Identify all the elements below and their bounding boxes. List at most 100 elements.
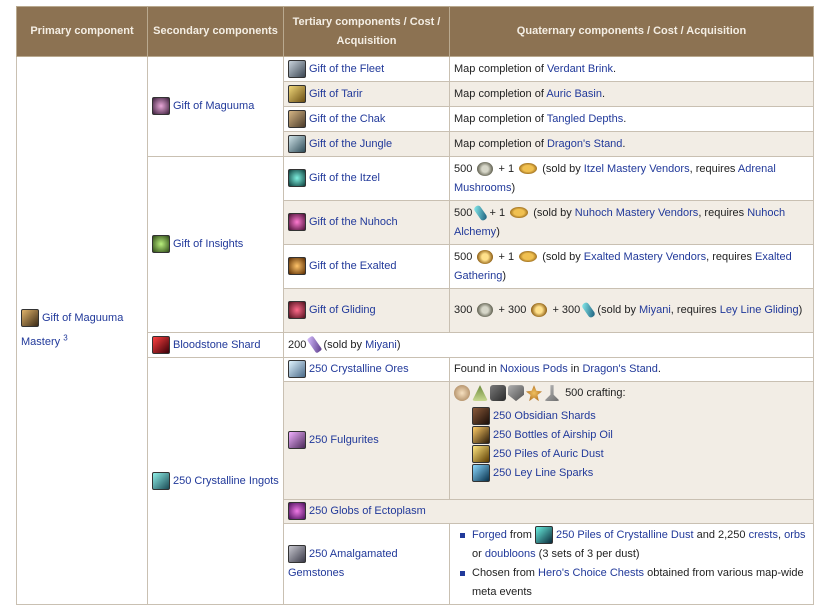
forged-link[interactable]: Forged bbox=[472, 529, 507, 541]
crests-link[interactable]: crests bbox=[749, 529, 778, 541]
recipe-table: Primary component Secondary components T… bbox=[16, 6, 814, 605]
gift-link[interactable]: Gift of the Fleet bbox=[309, 63, 384, 75]
secondary-cell-ingots: 250 Crystalline Ingots bbox=[147, 357, 284, 605]
auric-dust-icon bbox=[472, 445, 490, 464]
vendor-link[interactable]: Miyani bbox=[365, 339, 397, 351]
text: Found in bbox=[454, 363, 500, 375]
huntsman-icon bbox=[472, 385, 488, 402]
crystalline-dust-link[interactable]: 250 Piles of Crystalline Dust bbox=[556, 529, 694, 541]
gift-link[interactable]: Gift of Gliding bbox=[309, 304, 376, 316]
amalgamated-gemstone-icon bbox=[288, 545, 306, 564]
gift-link[interactable]: Gift of the Jungle bbox=[309, 138, 392, 150]
map-link[interactable]: Dragon's Stand bbox=[582, 363, 657, 375]
chef-icon bbox=[454, 385, 470, 402]
text: ) bbox=[396, 338, 401, 351]
armorsmith-icon bbox=[508, 385, 524, 402]
gift-link[interactable]: Gift of the Exalted bbox=[309, 260, 396, 272]
gift-link[interactable]: Gift of Tarir bbox=[309, 88, 363, 100]
map-link[interactable]: Tangled Depths bbox=[547, 113, 623, 125]
text: + 1 bbox=[498, 250, 515, 263]
crystalline-dust-icon bbox=[534, 526, 553, 545]
heros-choice-chests-link[interactable]: Hero's Choice Chests bbox=[538, 567, 644, 579]
bloodstone-shard-link[interactable]: Bloodstone Shard bbox=[173, 339, 260, 351]
vendor-link[interactable]: Itzel Mastery Vendors bbox=[584, 163, 690, 175]
ore-link[interactable]: 250 Crystalline Ores bbox=[309, 363, 409, 375]
text: Map completion of bbox=[454, 62, 547, 75]
text: (sold by bbox=[597, 304, 639, 316]
orbs-link[interactable]: orbs bbox=[784, 529, 805, 541]
vendor-link[interactable]: Miyani bbox=[639, 304, 671, 316]
quantity: 300 bbox=[454, 304, 473, 316]
text: + 300 bbox=[552, 304, 581, 316]
footnote-sup[interactable]: 3 bbox=[63, 333, 67, 342]
vendor-link[interactable]: Exalted Mastery Vendors bbox=[584, 251, 706, 263]
secondary-cell-insights: Gift of Insights bbox=[147, 156, 284, 333]
vendor-link[interactable]: Nuhoch Mastery Vendors bbox=[575, 207, 699, 219]
crystalline-ingots-link[interactable]: 250 Crystalline Ingots bbox=[173, 475, 279, 487]
lump-of-aurillium-icon bbox=[477, 249, 494, 264]
header-primary: Primary component bbox=[16, 6, 148, 57]
ley-line-crystal-icon bbox=[581, 301, 597, 319]
noxious-pods-link[interactable]: Noxious Pods bbox=[500, 363, 568, 375]
ingredient-link[interactable]: 250 Bottles of Airship Oil bbox=[493, 429, 613, 441]
ingredient-link[interactable]: 250 Ley Line Sparks bbox=[493, 467, 593, 479]
bloodstone-shard-icon bbox=[152, 335, 170, 354]
gift-link[interactable]: Gift of the Itzel bbox=[309, 172, 380, 184]
gift-of-insights-link[interactable]: Gift of Insights bbox=[173, 238, 243, 250]
text: Map completion of bbox=[454, 137, 547, 150]
ley-line-spark-icon bbox=[472, 464, 490, 483]
text: . bbox=[623, 112, 627, 125]
lump-of-aurillium-icon bbox=[531, 303, 548, 318]
gliding-icon bbox=[288, 301, 306, 320]
fulgurite-link[interactable]: 250 Fulgurites bbox=[309, 434, 379, 446]
text: and 2,250 bbox=[693, 529, 749, 541]
quaternary-cell: Map completion of Tangled Depths. bbox=[449, 106, 814, 132]
quantity: 500 bbox=[454, 162, 473, 175]
obsidian-shard-icon bbox=[472, 407, 490, 426]
tertiary-cell: Gift of the Chak bbox=[283, 106, 450, 132]
map-link[interactable]: Dragon's Stand bbox=[547, 138, 622, 150]
list-item: 250 Obsidian Shards bbox=[472, 407, 809, 426]
exalted-icon bbox=[288, 257, 306, 276]
header-secondary: Secondary components bbox=[147, 6, 284, 57]
airship-part-icon bbox=[477, 303, 494, 318]
text: ) bbox=[496, 225, 500, 238]
list-item: 250 Bottles of Airship Oil bbox=[472, 426, 809, 445]
table-row: Gift of Maguuma Mastery 3 Gift of Maguum… bbox=[16, 56, 814, 605]
text: ) bbox=[511, 181, 516, 194]
quaternary-cell: Map completion of Auric Basin. bbox=[449, 81, 814, 107]
acquisition-list: Forged from 250 Piles of Crystalline Dus… bbox=[454, 526, 809, 602]
text: , requires bbox=[670, 304, 720, 316]
quaternary-cell: Found in Noxious Pods in Dragon's Stand. bbox=[449, 357, 814, 382]
list-item: 250 Piles of Auric Dust bbox=[472, 445, 809, 464]
gift-link[interactable]: Gift of the Nuhoch bbox=[309, 216, 398, 228]
tertiary-cell: Gift of the Jungle bbox=[283, 131, 450, 157]
text: , requires bbox=[706, 250, 756, 263]
text: (sold by bbox=[542, 250, 584, 263]
gift-of-maguuma-link[interactable]: Gift of Maguuma bbox=[173, 100, 254, 112]
requirement-link[interactable]: Ley Line Gliding bbox=[720, 304, 799, 316]
ingredient-link[interactable]: 250 Piles of Auric Dust bbox=[493, 448, 604, 460]
tertiary-cell: Gift of Gliding bbox=[283, 288, 450, 333]
ingredient-link[interactable]: 250 Obsidian Shards bbox=[493, 410, 596, 422]
text: . bbox=[601, 87, 606, 100]
quantity: 200 bbox=[288, 338, 307, 351]
tertiary-cell: 250 Amalgamated Gemstones bbox=[283, 523, 450, 605]
ecto-link[interactable]: 250 Globs of Ectoplasm bbox=[309, 505, 426, 517]
ecto-cell: 250 Globs of Ectoplasm bbox=[283, 499, 814, 524]
list-item: Forged from 250 Piles of Crystalline Dus… bbox=[460, 526, 809, 564]
map-link[interactable]: Verdant Brink bbox=[547, 63, 613, 75]
quaternary-cell: 500 + 1 (sold by Exalted Mastery Vendors… bbox=[449, 244, 814, 289]
quantity: 500 bbox=[454, 250, 473, 263]
map-link[interactable]: Auric Basin bbox=[546, 88, 602, 100]
doubloons-link[interactable]: doubloons bbox=[485, 548, 536, 560]
crystalline-ore-icon bbox=[288, 360, 306, 379]
tertiary-cell: 250 Crystalline Ores bbox=[283, 357, 450, 382]
text: Map completion of bbox=[454, 112, 547, 125]
crafting-ingredient-list: 250 Obsidian Shards 250 Bottles of Airsh… bbox=[472, 407, 809, 483]
tertiary-cell: Gift of Tarir bbox=[283, 81, 450, 107]
secondary-cell-bloodstone: Bloodstone Shard bbox=[147, 332, 284, 358]
header-row: Primary component Secondary components T… bbox=[16, 6, 814, 57]
gift-link[interactable]: Gift of the Chak bbox=[309, 113, 385, 125]
ectoplasm-icon bbox=[288, 502, 306, 521]
